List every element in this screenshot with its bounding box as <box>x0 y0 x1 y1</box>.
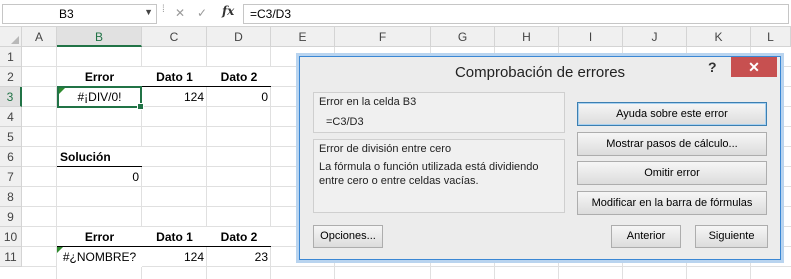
row-header-2[interactable]: 2 <box>0 67 22 87</box>
cell-b11[interactable]: #¿NOMBRE? <box>57 247 142 267</box>
cell-b6[interactable]: Solución <box>57 147 142 167</box>
options-button[interactable]: Opciones... <box>313 225 383 248</box>
cell-d10[interactable]: Dato 2 <box>207 227 271 247</box>
help-icon[interactable]: ? <box>708 59 717 75</box>
column-header-l[interactable]: L <box>751 27 791 47</box>
cell-b10[interactable]: Error <box>57 227 142 247</box>
column-header-i[interactable]: I <box>559 27 623 47</box>
close-button[interactable]: ✕ <box>731 57 777 77</box>
row-header-4[interactable]: 4 <box>0 107 22 127</box>
column-header-g[interactable]: G <box>431 27 495 47</box>
cell-c2[interactable]: Dato 1 <box>142 67 207 87</box>
formula-text: =C3/D3 <box>250 7 292 21</box>
next-button[interactable]: Siguiente <box>695 225 768 248</box>
cell-b7[interactable]: 0 <box>57 167 142 187</box>
row-header-1[interactable]: 1 <box>0 47 22 67</box>
row-header-3[interactable]: 3 <box>0 87 22 107</box>
cell-b3-active[interactable]: #¡DIV/0! <box>57 86 144 110</box>
row-header-10[interactable]: 10 <box>0 227 22 247</box>
formula-input[interactable]: =C3/D3 <box>243 4 789 24</box>
column-header-c[interactable]: C <box>142 27 207 47</box>
cell-b3-value: #¡DIV/0! <box>77 90 122 104</box>
cell-b11-value: #¿NOMBRE? <box>62 250 137 264</box>
chevron-down-icon[interactable]: ▼ <box>144 7 153 17</box>
ignore-error-button[interactable]: Omitir error <box>577 161 767 185</box>
row-header-11[interactable]: 11 <box>0 247 22 267</box>
column-header-b[interactable]: B <box>57 27 142 47</box>
cell-b2[interactable]: Error <box>57 67 142 87</box>
cell-error-group: Error en la celda B3 =C3/D3 <box>313 92 565 133</box>
cancel-icon[interactable]: ✕ <box>172 5 188 21</box>
edit-in-formula-bar-button[interactable]: Modificar en la barra de fórmulas <box>577 191 767 215</box>
name-box-value: B3 <box>59 7 74 21</box>
cell-c10[interactable]: Dato 1 <box>142 227 207 247</box>
error-checking-dialog: Comprobación de errores ? ✕ Error en la … <box>299 56 781 260</box>
error-description-group: Error de división entre cero La fórmula … <box>313 139 565 213</box>
row-header-6[interactable]: 6 <box>0 147 22 167</box>
column-header-k[interactable]: K <box>687 27 751 47</box>
cell-d11[interactable]: 23 <box>207 247 271 267</box>
show-calculation-steps-button[interactable]: Mostrar pasos de cálculo... <box>577 132 767 156</box>
cell-error-label: Error en la celda B3 <box>319 96 417 108</box>
row-header-7[interactable]: 7 <box>0 167 22 187</box>
formula-bar: B3 ▼ ⁞ ✕ ✓ fx =C3/D3 <box>0 0 791 27</box>
grip-icon: ⁞ <box>162 4 165 15</box>
error-description: La fórmula o función utilizada está divi… <box>319 161 539 187</box>
column-header-h[interactable]: H <box>495 27 559 47</box>
column-header-d[interactable]: D <box>207 27 271 47</box>
help-on-error-button[interactable]: Ayuda sobre este error <box>577 102 767 126</box>
cell-c11[interactable]: 124 <box>142 247 207 267</box>
previous-button[interactable]: Anterior <box>611 225 681 248</box>
dialog-title-bar[interactable]: Comprobación de errores ? ✕ <box>300 57 780 87</box>
error-indicator-icon <box>57 247 63 253</box>
name-box[interactable]: B3 ▼ <box>2 4 157 24</box>
cell-d3[interactable]: 0 <box>207 87 271 107</box>
column-header-e[interactable]: E <box>271 27 335 47</box>
select-all-corner[interactable] <box>0 27 22 47</box>
row-header-5[interactable]: 5 <box>0 127 22 147</box>
cell-c3[interactable]: 124 <box>142 87 207 107</box>
cell-formula: =C3/D3 <box>326 116 364 128</box>
column-header-j[interactable]: J <box>623 27 687 47</box>
error-indicator-icon <box>59 88 65 94</box>
insert-function-icon[interactable]: fx <box>222 4 234 18</box>
row-header-8[interactable]: 8 <box>0 187 22 207</box>
column-header-a[interactable]: A <box>22 27 57 47</box>
error-type-label: Error de división entre cero <box>319 143 452 155</box>
cell-d2[interactable]: Dato 2 <box>207 67 271 87</box>
column-header-f[interactable]: F <box>335 27 431 47</box>
row-header-9[interactable]: 9 <box>0 207 22 227</box>
enter-icon[interactable]: ✓ <box>194 5 210 21</box>
